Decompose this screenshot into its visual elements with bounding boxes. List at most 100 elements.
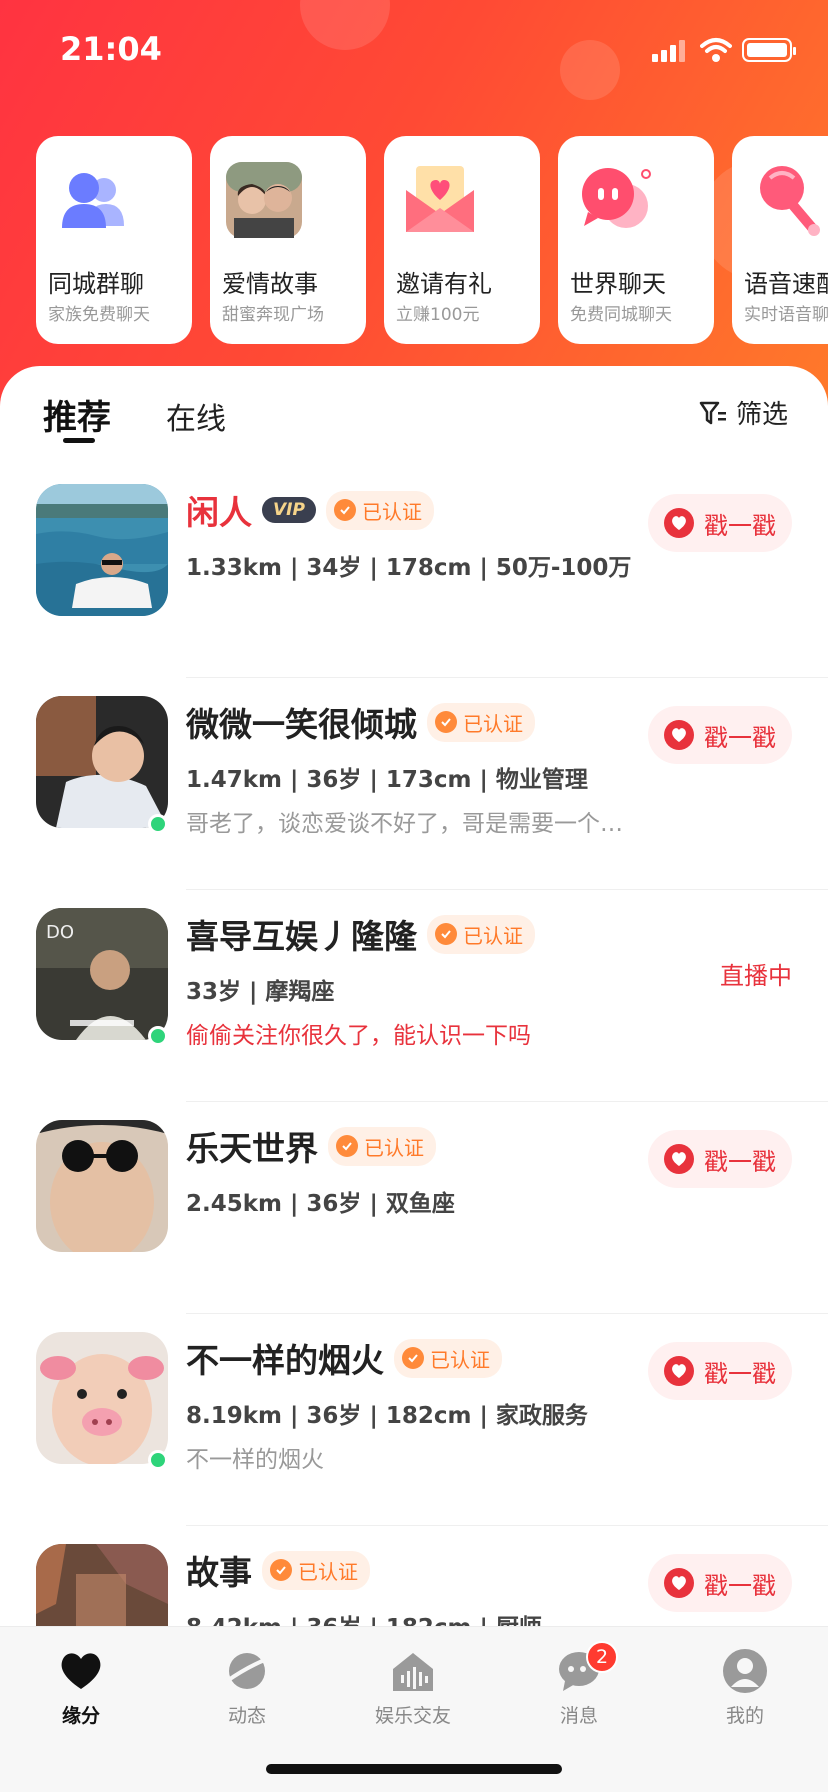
user-bio: 不一样的烟火 bbox=[186, 1447, 324, 1473]
avatar[interactable] bbox=[36, 484, 168, 616]
feature-title: 语音速配 bbox=[744, 270, 828, 298]
user-bio: 偷偷关注你很久了，能认识一下吗 bbox=[186, 1023, 531, 1049]
feature-card-world-chat[interactable]: 世界聊天 免费同城聊天 bbox=[558, 136, 714, 344]
heart-icon bbox=[664, 1568, 694, 1598]
home-indicator[interactable] bbox=[266, 1764, 562, 1774]
tab-label: 缘分 bbox=[61, 1705, 100, 1727]
user-name: 乐天世界 bbox=[186, 1129, 318, 1168]
poke-button[interactable]: 戳一戳 bbox=[648, 494, 792, 552]
verified-check-icon bbox=[333, 499, 356, 521]
heart-icon bbox=[61, 1653, 101, 1689]
poke-button[interactable]: 戳一戳 bbox=[648, 1554, 792, 1612]
feature-card-voice-match[interactable]: 语音速配 实时语音聊 bbox=[732, 136, 828, 344]
avatar[interactable]: DO bbox=[36, 908, 168, 1040]
house-soundwave-icon bbox=[393, 1653, 433, 1691]
user-info: 2.45km | 36岁 | 双鱼座 bbox=[186, 1191, 455, 1217]
verified-badge: 已认证 bbox=[325, 490, 434, 530]
feature-carousel[interactable]: 同城群聊 家族免费聊天 爱情故事 甜蜜奔现广场 邀请有礼 立赚100元 世界聊天… bbox=[36, 136, 828, 346]
list-item[interactable]: DO 喜导互娱丿隆隆 已认证 33岁 | 摩羯座 偷偷关注你很久了，能认识一下吗… bbox=[0, 890, 828, 1102]
online-indicator bbox=[148, 814, 168, 834]
avatar[interactable] bbox=[36, 1544, 168, 1626]
feature-card-invite[interactable]: 邀请有礼 立赚100元 bbox=[384, 136, 540, 344]
main-panel: 推荐 在线 筛选 闲人 VIP 已认证 1.33km | 34岁 | 178cm… bbox=[0, 366, 828, 1626]
heart-icon bbox=[664, 1144, 694, 1174]
poke-label: 戳一戳 bbox=[704, 511, 776, 540]
filter-button[interactable]: 筛选 bbox=[698, 394, 788, 431]
verified-check-icon bbox=[435, 923, 457, 945]
feature-title: 爱情故事 bbox=[222, 270, 318, 298]
feature-subtitle: 甜蜜奔现广场 bbox=[222, 305, 324, 325]
tab-underline bbox=[63, 438, 95, 443]
verified-badge: 已认证 bbox=[394, 1338, 502, 1378]
verified-label: 已认证 bbox=[364, 1135, 424, 1160]
heart-icon bbox=[664, 508, 694, 538]
filter-label: 筛选 bbox=[735, 400, 788, 430]
battery-icon bbox=[742, 38, 796, 62]
group-chat-icon bbox=[62, 173, 124, 228]
poke-button[interactable]: 戳一戳 bbox=[648, 1130, 792, 1188]
live-status[interactable]: 直播中 bbox=[720, 956, 792, 991]
tab-recommend[interactable]: 推荐 bbox=[43, 390, 111, 439]
feature-subtitle: 免费同城聊天 bbox=[570, 305, 672, 325]
poke-button[interactable]: 戳一戳 bbox=[648, 1342, 792, 1400]
poke-label: 戳一戳 bbox=[704, 1359, 776, 1388]
tab-label: 我的 bbox=[725, 1705, 764, 1727]
verified-label: 已认证 bbox=[361, 499, 422, 524]
tab-entertainment[interactable]: 娱乐交友 bbox=[358, 1647, 468, 1737]
user-info: 1.47km | 36岁 | 173cm | 物业管理 bbox=[186, 767, 588, 793]
list-item[interactable]: 故事 已认证 8.42km | 36岁 | 182cm | 厨师 戳一戳 bbox=[0, 1526, 828, 1626]
poke-button[interactable]: 戳一戳 bbox=[648, 706, 792, 764]
invite-envelope-icon bbox=[406, 166, 474, 232]
verified-check-icon bbox=[435, 711, 457, 733]
feature-title: 世界聊天 bbox=[570, 270, 666, 298]
user-name: 闲人 bbox=[186, 493, 252, 532]
online-indicator bbox=[148, 1450, 168, 1470]
couple-photo-icon bbox=[226, 162, 302, 238]
user-info: 8.42km | 36岁 | 182cm | 厨师 bbox=[186, 1608, 542, 1626]
list-item[interactable]: 微微一笑很倾城 已认证 1.47km | 36岁 | 173cm | 物业管理 … bbox=[0, 678, 828, 890]
vip-badge: VIP bbox=[262, 497, 316, 523]
user-info: 1.33km | 34岁 | 178cm | 50万-100万 bbox=[186, 555, 632, 581]
avatar[interactable] bbox=[36, 696, 168, 828]
verified-label: 已认证 bbox=[463, 711, 523, 736]
feature-title: 邀请有礼 bbox=[396, 270, 492, 298]
verified-badge: 已认证 bbox=[262, 1550, 370, 1590]
planet-icon bbox=[225, 1653, 268, 1689]
tab-messages[interactable]: 2 消息 bbox=[524, 1641, 634, 1737]
user-bio: 哥老了，谈恋爱谈不好了，哥是需要一个… bbox=[186, 811, 623, 837]
microphone-icon bbox=[760, 166, 820, 236]
feature-card-group-chat[interactable]: 同城群聊 家族免费聊天 bbox=[36, 136, 192, 344]
tab-dongtai[interactable]: 动态 bbox=[192, 1647, 302, 1737]
verified-label: 已认证 bbox=[430, 1347, 490, 1372]
tab-label: 娱乐交友 bbox=[374, 1705, 451, 1727]
verified-check-icon bbox=[270, 1559, 292, 1581]
chat-bubbles-icon bbox=[582, 168, 651, 228]
list-item[interactable]: 乐天世界 已认证 2.45km | 36岁 | 双鱼座 戳一戳 bbox=[0, 1102, 828, 1314]
heart-icon bbox=[664, 1356, 694, 1386]
verified-badge: 已认证 bbox=[427, 702, 535, 742]
list-item[interactable]: 不一样的烟火 已认证 8.19km | 36岁 | 182cm | 家政服务 不… bbox=[0, 1314, 828, 1526]
feature-subtitle: 立赚100元 bbox=[396, 305, 480, 325]
verified-label: 已认证 bbox=[298, 1559, 358, 1584]
poke-label: 戳一戳 bbox=[704, 1571, 776, 1600]
feature-title: 同城群聊 bbox=[48, 270, 144, 298]
signal-icon bbox=[652, 38, 688, 62]
tab-label: 消息 bbox=[559, 1705, 598, 1727]
online-indicator bbox=[148, 1026, 168, 1046]
status-bar: 21:04 bbox=[0, 0, 828, 100]
tab-yuanfen[interactable]: 缘分 bbox=[26, 1647, 136, 1737]
tab-mine[interactable]: 我的 bbox=[690, 1647, 800, 1737]
list-item[interactable]: 闲人 VIP 已认证 1.33km | 34岁 | 178cm | 50万-10… bbox=[0, 466, 828, 678]
feature-card-love-story[interactable]: 爱情故事 甜蜜奔现广场 bbox=[210, 136, 366, 344]
user-info: 33岁 | 摩羯座 bbox=[186, 979, 335, 1005]
verified-check-icon bbox=[402, 1347, 424, 1369]
avatar[interactable] bbox=[36, 1120, 168, 1252]
poke-label: 戳一戳 bbox=[704, 723, 776, 752]
tab-online[interactable]: 在线 bbox=[166, 394, 226, 438]
svg-text:DO: DO bbox=[46, 922, 74, 943]
verified-badge: 已认证 bbox=[427, 914, 535, 954]
user-name: 不一样的烟火 bbox=[186, 1341, 384, 1380]
unread-badge: 2 bbox=[586, 1641, 618, 1673]
wifi-icon bbox=[700, 38, 732, 62]
avatar[interactable] bbox=[36, 1332, 168, 1464]
